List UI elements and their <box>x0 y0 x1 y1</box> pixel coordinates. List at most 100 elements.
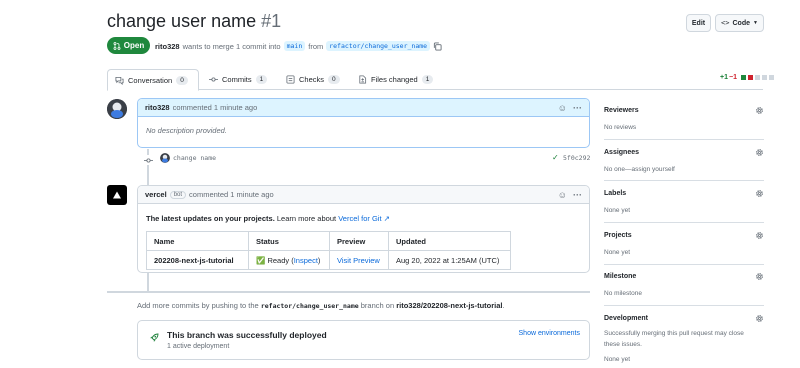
sidebar-title[interactable]: Development <box>604 315 764 322</box>
push-hint-middle: branch on <box>360 301 395 310</box>
checks-icon <box>286 75 295 84</box>
gear-icon[interactable] <box>755 189 764 198</box>
diffstat[interactable]: +1 −1 <box>720 74 774 81</box>
smiley-icon[interactable]: ☺ <box>558 190 567 200</box>
base-branch[interactable]: main <box>283 41 306 51</box>
gear-icon[interactable] <box>755 106 764 115</box>
tab-files-changed-label: Files changed <box>371 75 418 84</box>
table-header-row: Name Status Preview Updated <box>146 231 511 251</box>
tab-files-changed[interactable]: Files changed 1 <box>358 69 434 90</box>
table-row: 202208-next-js-tutorial ✅ Ready (Inspect… <box>146 250 511 270</box>
sidebar-value: Successfully merging this pull request m… <box>604 330 744 348</box>
comment-author[interactable]: vercel <box>145 190 167 199</box>
comment-header: vercel bot commented 1 minute ago ☺ ··· <box>138 186 589 204</box>
gear-icon[interactable] <box>755 231 764 240</box>
user-avatar-icon <box>107 99 127 119</box>
sidebar-divider <box>604 222 764 223</box>
tab-conversation[interactable]: Conversation 0 <box>107 69 199 91</box>
commit-message[interactable]: change name <box>173 154 216 162</box>
sidebar-reviewers: Reviewers No reviews <box>604 107 764 133</box>
sidebar-title[interactable]: Labels <box>604 190 764 197</box>
timeline-divider <box>107 291 590 293</box>
gear-icon[interactable] <box>755 314 764 323</box>
commit-icon <box>209 77 218 82</box>
sidebar-development: Development Successfully merging this pu… <box>604 315 764 365</box>
user-avatar-icon <box>160 153 170 163</box>
comment-author[interactable]: rito328 <box>145 103 170 112</box>
pr-number: #1 <box>261 11 282 31</box>
tab-conversation-count: 0 <box>176 75 188 85</box>
kebab-menu-icon[interactable]: ··· <box>573 103 582 113</box>
pr-author-link[interactable]: rito328 <box>155 42 180 51</box>
tab-commits[interactable]: Commits 1 <box>209 69 268 90</box>
conversation-icon <box>115 76 124 85</box>
timeline-line <box>147 273 149 291</box>
table-cell-name: 202208-next-js-tutorial <box>146 250 249 270</box>
code-icon: <> <box>721 19 730 27</box>
table-cell-preview: Visit Preview <box>329 250 389 270</box>
status-text: Ready <box>267 255 290 265</box>
sidebar-value: None yet <box>604 207 631 214</box>
copy-icon[interactable] <box>433 41 442 51</box>
show-environments-button[interactable]: Show environments <box>519 330 580 337</box>
table-cell-status: ✅ Ready (Inspect) <box>248 250 330 270</box>
sidebar-assignees: Assignees No one—assign yourself <box>604 149 764 175</box>
deployment-box: This branch was successfully deployed 1 … <box>137 320 590 360</box>
code-label: Code <box>732 19 750 27</box>
smiley-icon[interactable]: ☺ <box>558 103 567 113</box>
pr-title-text: change user name <box>107 11 257 31</box>
gear-icon[interactable] <box>755 272 764 281</box>
push-hint-prefix: Add more commits by pushing to the <box>137 301 259 310</box>
diffstat-block-neutral <box>754 75 760 80</box>
deployment-title: This branch was successfully deployed <box>167 330 327 340</box>
sidebar-divider <box>604 180 764 181</box>
comment-timestamp[interactable]: commented 1 minute ago <box>173 103 258 112</box>
sidebar-milestone: Milestone No milestone <box>604 273 764 299</box>
tab-checks[interactable]: Checks 0 <box>286 69 340 90</box>
sidebar-value[interactable]: No one—assign yourself <box>604 164 764 175</box>
sidebar-title[interactable]: Assignees <box>604 149 764 156</box>
table-header: Status <box>248 231 330 251</box>
commit-sha[interactable]: 5f0c292 <box>563 154 590 162</box>
avatar[interactable] <box>160 153 170 163</box>
edit-button[interactable]: Edit <box>686 14 711 32</box>
comment-body: No description provided. <box>146 126 227 135</box>
visit-preview-link[interactable]: Visit Preview <box>337 256 380 265</box>
vercel-for-git-link[interactable]: Vercel for Git ↗ <box>338 214 390 223</box>
table-cell-updated: Aug 20, 2022 at 1:25AM (UTC) <box>388 250 511 270</box>
push-hint-branch[interactable]: refactor/change_user_name <box>261 302 359 310</box>
sidebar-title[interactable]: Milestone <box>604 273 764 280</box>
tab-commits-label: Commits <box>222 75 252 84</box>
tab-files-changed-count: 1 <box>421 75 434 84</box>
tab-conversation-label: Conversation <box>128 75 173 85</box>
table-header: Name <box>146 231 249 251</box>
gear-icon[interactable] <box>755 148 764 157</box>
sidebar-title[interactable]: Projects <box>604 232 764 239</box>
kebab-menu-icon[interactable]: ··· <box>573 190 582 200</box>
diffstat-block-neutral <box>761 75 767 80</box>
comment-learn-more: Learn more about <box>276 214 337 223</box>
sidebar-title[interactable]: Reviewers <box>604 107 764 114</box>
comment-timestamp[interactable]: commented 1 minute ago <box>189 190 274 199</box>
comment-intro-line: The latest updates on your projects. Lea… <box>146 214 581 223</box>
sidebar-value: No reviews <box>604 124 637 131</box>
comment-header: rito328 commented 1 minute ago ☺ ··· <box>138 99 589 117</box>
avatar[interactable] <box>107 185 127 205</box>
diffstat-deletions: −1 <box>728 74 737 81</box>
sidebar-divider <box>604 264 764 265</box>
vercel-logo-icon <box>113 191 121 199</box>
comment-body: The latest updates on your projects. Lea… <box>138 204 589 270</box>
code-button[interactable]: <> Code ▼ <box>715 14 764 32</box>
pr-meta-text: wants to merge 1 commit into <box>182 41 281 51</box>
inspect-link[interactable]: Inspect <box>294 256 318 265</box>
sidebar-value: None yet <box>604 356 631 363</box>
sidebar-projects: Projects None yet <box>604 232 764 258</box>
tab-checks-label: Checks <box>299 75 325 84</box>
head-branch[interactable]: refactor/change_user_name <box>326 41 431 51</box>
push-hint-repo[interactable]: rito328/202208-next-js-tutorial <box>396 301 502 310</box>
check-icon[interactable]: ✓ <box>552 153 559 162</box>
comment-box: rito328 commented 1 minute ago ☺ ··· No … <box>137 98 590 148</box>
table-header: Updated <box>388 231 511 251</box>
sidebar-divider <box>604 305 764 306</box>
avatar[interactable] <box>107 99 127 119</box>
